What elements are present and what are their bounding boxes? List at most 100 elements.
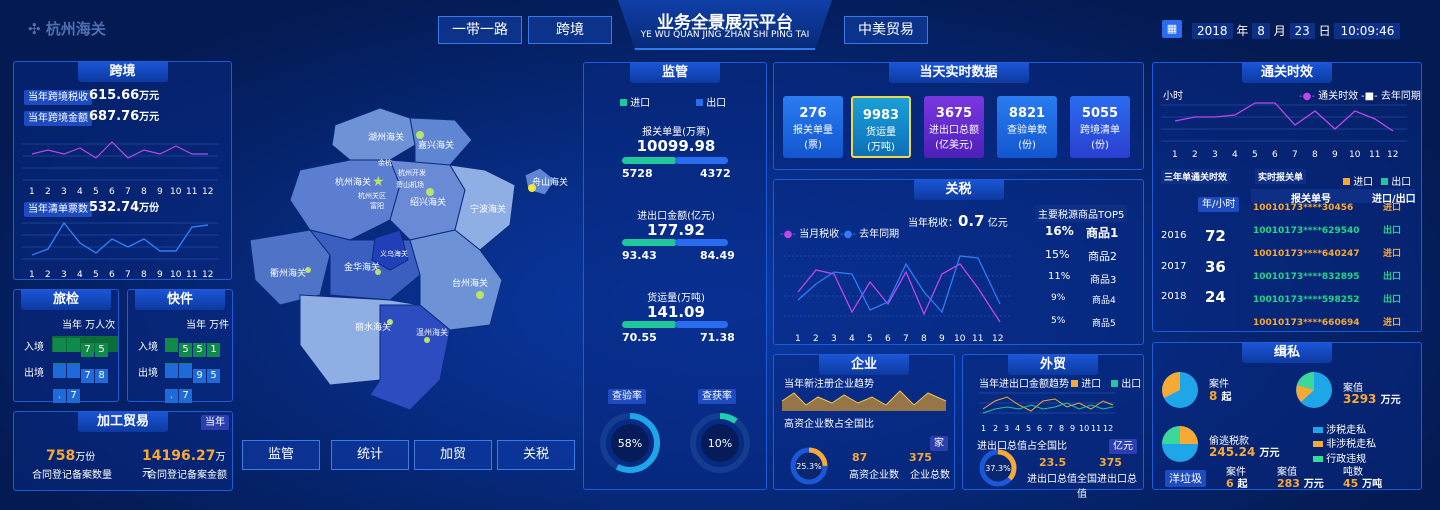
map-marker[interactable] xyxy=(416,131,424,139)
year-tax-label: 当年税收： xyxy=(908,218,958,229)
x-tick: 7 xyxy=(1048,424,1053,433)
legend-in-swatch xyxy=(1071,380,1078,387)
x-tick: 11 xyxy=(1091,424,1101,433)
table-row[interactable]: 10010173****30456 进口 xyxy=(1251,203,1415,223)
table-row[interactable]: 10010173****629540 出口 xyxy=(1251,223,1415,246)
legend-out-text: 出口 xyxy=(1391,177,1412,188)
map-label: 义乌海关 xyxy=(380,249,408,258)
x-tick: 12 xyxy=(202,187,213,196)
map-marker[interactable] xyxy=(528,184,536,192)
x-tick: 6 xyxy=(885,334,891,344)
tax-label: 当年跨境税收 xyxy=(24,90,92,105)
region-quzhou[interactable] xyxy=(249,229,331,306)
contract-count-label: 合同登记备案数量 xyxy=(32,470,112,481)
qiye-v2: 375 xyxy=(909,451,932,464)
waimao-v1: 23.5 xyxy=(1039,456,1067,469)
three-year-title: 三年单通关时效 xyxy=(1161,169,1231,184)
map-marker[interactable] xyxy=(426,188,434,196)
lvjian-in-digits: 75.6 xyxy=(52,336,118,377)
page-subtitle: YE WU QUAN JING ZHAN SHI PING TAI xyxy=(640,30,810,40)
map-label: 余杭 xyxy=(378,158,392,167)
kpi-card[interactable]: 5055 跨境清单 (份) xyxy=(1070,96,1130,158)
x-tick: 6 xyxy=(109,270,115,279)
digit: 1 xyxy=(207,343,220,357)
map-label: 温州海关 xyxy=(416,327,448,337)
legend-in-swatch xyxy=(620,99,627,106)
customs-count-in-bar xyxy=(622,157,677,164)
legend-out-text: 出口 xyxy=(1121,379,1142,390)
legend-out: 出口 xyxy=(696,94,726,109)
legend-item: 非涉税走私 xyxy=(1313,435,1376,450)
map-label: 杭州海关 xyxy=(335,176,371,188)
date-year-unit: 年 xyxy=(1236,24,1249,38)
map-btn-jiamao[interactable]: 加贸 xyxy=(414,440,492,470)
x-tick: 8 xyxy=(1312,150,1318,160)
top-pct: 5% xyxy=(1051,316,1066,326)
date-display: 2018 年 8 月 23 日 10:09:46 xyxy=(1192,22,1401,39)
customs-count-out: 4372 xyxy=(700,167,731,180)
map-btn-tongji[interactable]: 统计 xyxy=(331,440,409,470)
x-tick: 1 xyxy=(1172,150,1178,160)
x-tick: 9 xyxy=(1332,150,1338,160)
map-btn-jianguan[interactable]: 监管 xyxy=(242,440,320,470)
inspection-rate-value: 58% xyxy=(618,437,642,450)
contract-count: 758万份 xyxy=(46,448,95,464)
waimao-pct: 37.3% xyxy=(985,464,1011,473)
nav-yidaiyilu[interactable]: 一带一路 xyxy=(438,16,522,44)
region-wenzhou[interactable] xyxy=(369,304,451,411)
lvjian-panel: 旅检 当年 万人次 入境 75.6 出境 78.7 xyxy=(13,289,119,403)
map-btn-guanshui[interactable]: 关税 xyxy=(497,440,575,470)
x-tick: 3 xyxy=(831,334,837,344)
tax-value: 615.66万元 xyxy=(89,87,159,103)
seizure-rate-label: 查获率 xyxy=(698,389,736,404)
x-tick: 4 xyxy=(849,334,855,344)
logo-icon: ✣ xyxy=(28,20,46,38)
top5-title: 主要税源商品TOP5 xyxy=(1035,205,1128,222)
kpi-value: 5055 xyxy=(1081,106,1119,121)
qiye-area-chart xyxy=(781,390,947,411)
tongguan-title: 通关时效 xyxy=(1242,63,1332,83)
jianguan-panel: 监管 进口 出口 报关单量(万票) 10099.98 5728 4372 进出口… xyxy=(583,62,767,490)
table-row[interactable]: 10010173****598252 出口 xyxy=(1251,292,1415,315)
region-hangzhou[interactable] xyxy=(289,159,401,241)
trade-amount-out: 84.49 xyxy=(700,249,735,262)
nav-zhongmei[interactable]: 中美贸易 xyxy=(844,16,928,44)
nav-kuajing[interactable]: 跨境 xyxy=(528,16,612,44)
kpi-card[interactable]: 3675 进出口总额 (亿美元) xyxy=(924,96,984,158)
legend-in-text: 进口 xyxy=(630,98,651,109)
guanshui-title: 关税 xyxy=(913,180,1004,200)
table-row[interactable]: 10010173****640247 进口 xyxy=(1251,246,1415,269)
year-value: 24 xyxy=(1205,288,1226,306)
kpi-card[interactable]: 276 报关单量 (票) xyxy=(783,96,843,158)
map-marker[interactable] xyxy=(387,319,393,325)
kuaijian-in-digits: 551.7 xyxy=(164,336,232,377)
kpi-label: 查验单数 (份) xyxy=(1007,125,1047,151)
date-year: 2018 xyxy=(1192,23,1233,39)
legend-out-swatch xyxy=(1381,178,1388,185)
kuajing-panel: 跨境 当年跨境税收 615.66万元 当年跨境金额 687.76万元 12345… xyxy=(13,61,232,280)
decl-table-body[interactable]: 10010173****30456 进口 10010173****629540 出口… xyxy=(1251,203,1415,331)
g-ton-unit: 万吨 xyxy=(1362,479,1383,490)
case-unit: 起 xyxy=(1221,392,1232,403)
kuajing-title: 跨境 xyxy=(77,62,168,82)
amount-pie xyxy=(1296,372,1332,408)
garbage-badge[interactable]: 洋垃圾 xyxy=(1165,470,1206,487)
digit xyxy=(67,364,80,378)
map-marker[interactable] xyxy=(375,269,381,275)
kpi-card[interactable]: 8821 查验单数 (份) xyxy=(997,96,1057,158)
map-marker[interactable] xyxy=(476,291,484,299)
table-row[interactable]: 10010173****660694 进口 xyxy=(1251,315,1415,331)
x-tick: 12 xyxy=(202,270,213,279)
kuaijian-out-digits: 9 5. 7 xyxy=(164,362,232,403)
digit xyxy=(179,364,192,378)
freight-in: 70.55 xyxy=(622,331,657,344)
lvjian-out-digits: 7 8. 7 xyxy=(52,362,118,403)
x-tick: 5 xyxy=(1026,424,1031,433)
kpi-card[interactable]: 9983 货运量 (万吨) xyxy=(851,96,911,158)
evade-unit: 万元 xyxy=(1259,448,1280,459)
map-marker[interactable] xyxy=(424,337,430,343)
tax-unit: 万元 xyxy=(139,91,160,102)
jiagong-title: 加工贸易 xyxy=(78,412,168,432)
map-marker[interactable] xyxy=(305,267,311,273)
table-row[interactable]: 10010173****832895 出口 xyxy=(1251,269,1415,292)
